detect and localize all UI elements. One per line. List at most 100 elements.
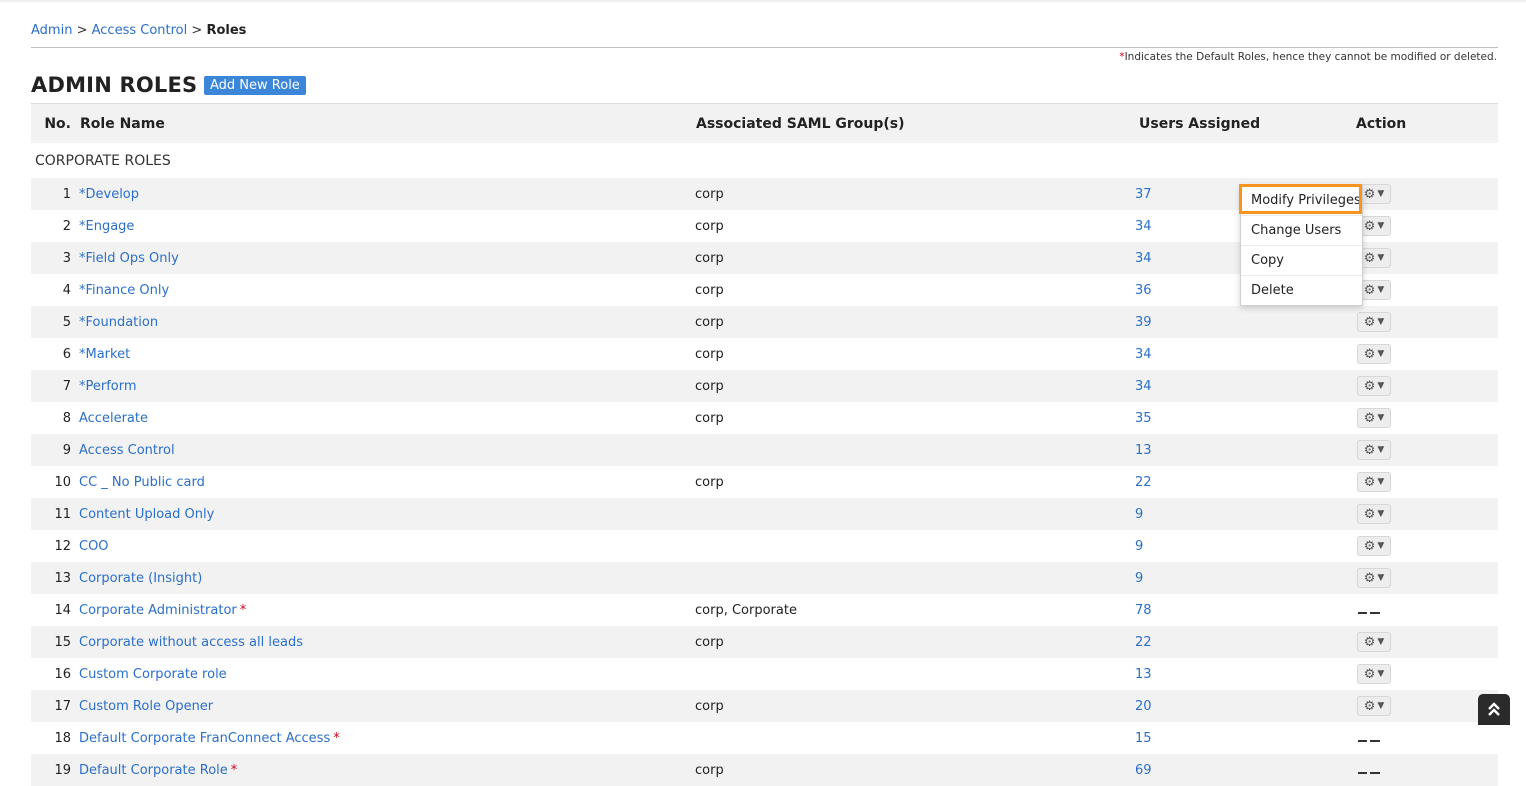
breadcrumb: Admin > Access Control > Roles: [31, 23, 246, 38]
saml-group-cell: corp: [695, 474, 724, 490]
table-row: 18 Default Corporate FranConnect Access * 1…: [31, 722, 1498, 754]
users-assigned-link[interactable]: 69: [1135, 763, 1152, 778]
users-assigned-link[interactable]: 37: [1135, 187, 1152, 202]
role-name-link[interactable]: COO: [79, 539, 109, 554]
role-name-link[interactable]: Content Upload Only: [79, 507, 214, 522]
role-name-link[interactable]: Default Corporate FranConnect Access: [79, 731, 330, 746]
role-name-link[interactable]: Default Corporate Role: [79, 763, 228, 778]
saml-group-cell: [695, 722, 1135, 754]
users-assigned-link[interactable]: 22: [1135, 635, 1152, 650]
action-dropdown-menu: Modify Privileges Change Users Copy Dele…: [1240, 185, 1363, 306]
caret-down-icon: ▼: [1377, 253, 1385, 263]
breadcrumb-current: Roles: [206, 23, 247, 38]
users-assigned-link[interactable]: 20: [1135, 699, 1152, 714]
caret-down-icon: ▼: [1377, 413, 1385, 423]
users-assigned-link[interactable]: 78: [1135, 603, 1152, 618]
role-name-cell: Content Upload Only: [79, 498, 695, 530]
top-shadow: [0, 0, 1526, 3]
users-assigned-link[interactable]: 15: [1135, 731, 1152, 746]
role-name-link[interactable]: *Develop: [79, 187, 139, 202]
users-assigned-link[interactable]: 34: [1135, 251, 1152, 266]
users-assigned-link[interactable]: 22: [1135, 475, 1152, 490]
scroll-to-top-button[interactable]: [1478, 694, 1510, 725]
action-gear-button[interactable]: ⚙ ▼: [1357, 344, 1391, 364]
role-name-link[interactable]: CC _ No Public card: [79, 475, 205, 490]
double-chevron-up-icon: [1488, 702, 1500, 716]
users-assigned-cell: 13: [1135, 658, 1355, 690]
action-cell: ⚙ ▼: [1355, 498, 1498, 530]
action-gear-button[interactable]: ⚙ ▼: [1357, 696, 1391, 716]
action-gear-button[interactable]: ⚙ ▼: [1357, 664, 1391, 684]
users-assigned-link[interactable]: 13: [1135, 443, 1152, 458]
row-number: 7: [31, 370, 79, 402]
users-assigned-cell: 22: [1135, 466, 1355, 498]
action-gear-button[interactable]: ⚙ ▼: [1357, 376, 1391, 396]
table-row: 11 Content Upload Only 9 ⚙ ▼: [31, 498, 1498, 530]
action-gear-button[interactable]: ⚙ ▼: [1357, 504, 1391, 524]
action-gear-button[interactable]: ⚙ ▼: [1357, 536, 1391, 556]
saml-group-cell: corp: [695, 218, 724, 234]
menu-item-copy[interactable]: Copy: [1241, 245, 1362, 275]
row-number: 11: [31, 498, 79, 530]
caret-down-icon: ▼: [1377, 477, 1385, 487]
action-gear-button[interactable]: ⚙ ▼: [1357, 632, 1391, 652]
users-assigned-link[interactable]: 13: [1135, 667, 1152, 682]
saml-group-cell: corp: [695, 410, 724, 426]
row-number: 2: [62, 218, 71, 234]
breadcrumb-admin[interactable]: Admin: [31, 23, 72, 38]
action-cell: ⚙ ▼: [1355, 530, 1498, 562]
role-name-link[interactable]: Accelerate: [79, 411, 148, 426]
users-assigned-link[interactable]: 34: [1135, 379, 1152, 394]
users-assigned-link[interactable]: 34: [1135, 347, 1152, 362]
users-assigned-link[interactable]: 35: [1135, 411, 1152, 426]
action-gear-button[interactable]: ⚙ ▼: [1357, 312, 1391, 332]
users-assigned-link[interactable]: 9: [1135, 507, 1143, 522]
users-assigned-link[interactable]: 34: [1135, 219, 1152, 234]
gear-icon: ⚙: [1363, 538, 1376, 554]
role-name-link[interactable]: Access Control: [79, 443, 175, 458]
action-cell: ⚙ ▼: [1355, 434, 1498, 466]
role-name-link[interactable]: *Perform: [79, 379, 137, 394]
gear-icon: ⚙: [1363, 634, 1376, 650]
saml-group-cell: corp: [695, 370, 1135, 402]
users-assigned-link[interactable]: 39: [1135, 315, 1152, 330]
table-row: 7 *Perform corp 34 ⚙ ▼: [31, 370, 1498, 402]
table-header: No. Role Name Associated SAML Group(s) U…: [31, 103, 1498, 143]
action-gear-button[interactable]: ⚙ ▼: [1357, 472, 1391, 492]
role-name-cell: COO: [79, 530, 695, 562]
table-row: 15 Corporate without access all leads corp…: [31, 626, 1498, 658]
role-name-link[interactable]: *Market: [79, 347, 130, 362]
role-name-link[interactable]: Custom Role Opener: [79, 699, 213, 714]
users-assigned-link[interactable]: 9: [1135, 539, 1143, 554]
default-role-marker: *: [230, 762, 238, 778]
caret-down-icon: ▼: [1377, 445, 1385, 455]
users-assigned-cell: 39: [1135, 306, 1355, 338]
table-row: 16 Custom Corporate role 13 ⚙ ▼: [31, 658, 1498, 690]
role-name-link[interactable]: Corporate (Insight): [79, 571, 202, 586]
gear-icon: ⚙: [1363, 474, 1376, 490]
gear-icon: ⚙: [1363, 410, 1376, 426]
users-assigned-cell: 13: [1135, 434, 1355, 466]
role-name-link[interactable]: *Field Ops Only: [79, 251, 179, 266]
action-gear-button[interactable]: ⚙ ▼: [1357, 408, 1391, 428]
role-name-link[interactable]: Custom Corporate role: [79, 667, 227, 682]
section-header: CORPORATE ROLES: [31, 143, 1498, 178]
role-name-link[interactable]: *Foundation: [79, 315, 158, 330]
role-name-link[interactable]: *Finance Only: [79, 283, 169, 298]
add-new-role-button[interactable]: Add New Role: [204, 76, 306, 95]
gear-icon: ⚙: [1363, 250, 1376, 266]
users-assigned-link[interactable]: 36: [1135, 283, 1152, 298]
breadcrumb-access-control[interactable]: Access Control: [92, 23, 188, 38]
action-gear-button[interactable]: ⚙ ▼: [1357, 440, 1391, 460]
users-assigned-link[interactable]: 9: [1135, 571, 1143, 586]
role-name-link[interactable]: Corporate Administrator: [79, 603, 237, 618]
no-action-dashes: [1358, 611, 1380, 614]
menu-item-delete[interactable]: Delete: [1241, 275, 1362, 305]
menu-item-change-users[interactable]: Change Users: [1241, 215, 1362, 245]
menu-item-modify-privileges[interactable]: Modify Privileges: [1241, 186, 1362, 215]
saml-group-cell: corp: [695, 178, 1135, 210]
action-gear-button[interactable]: ⚙ ▼: [1357, 568, 1391, 588]
role-name-link[interactable]: *Engage: [79, 219, 134, 234]
no-action-dashes: [1358, 739, 1380, 742]
role-name-link[interactable]: Corporate without access all leads: [79, 635, 303, 650]
